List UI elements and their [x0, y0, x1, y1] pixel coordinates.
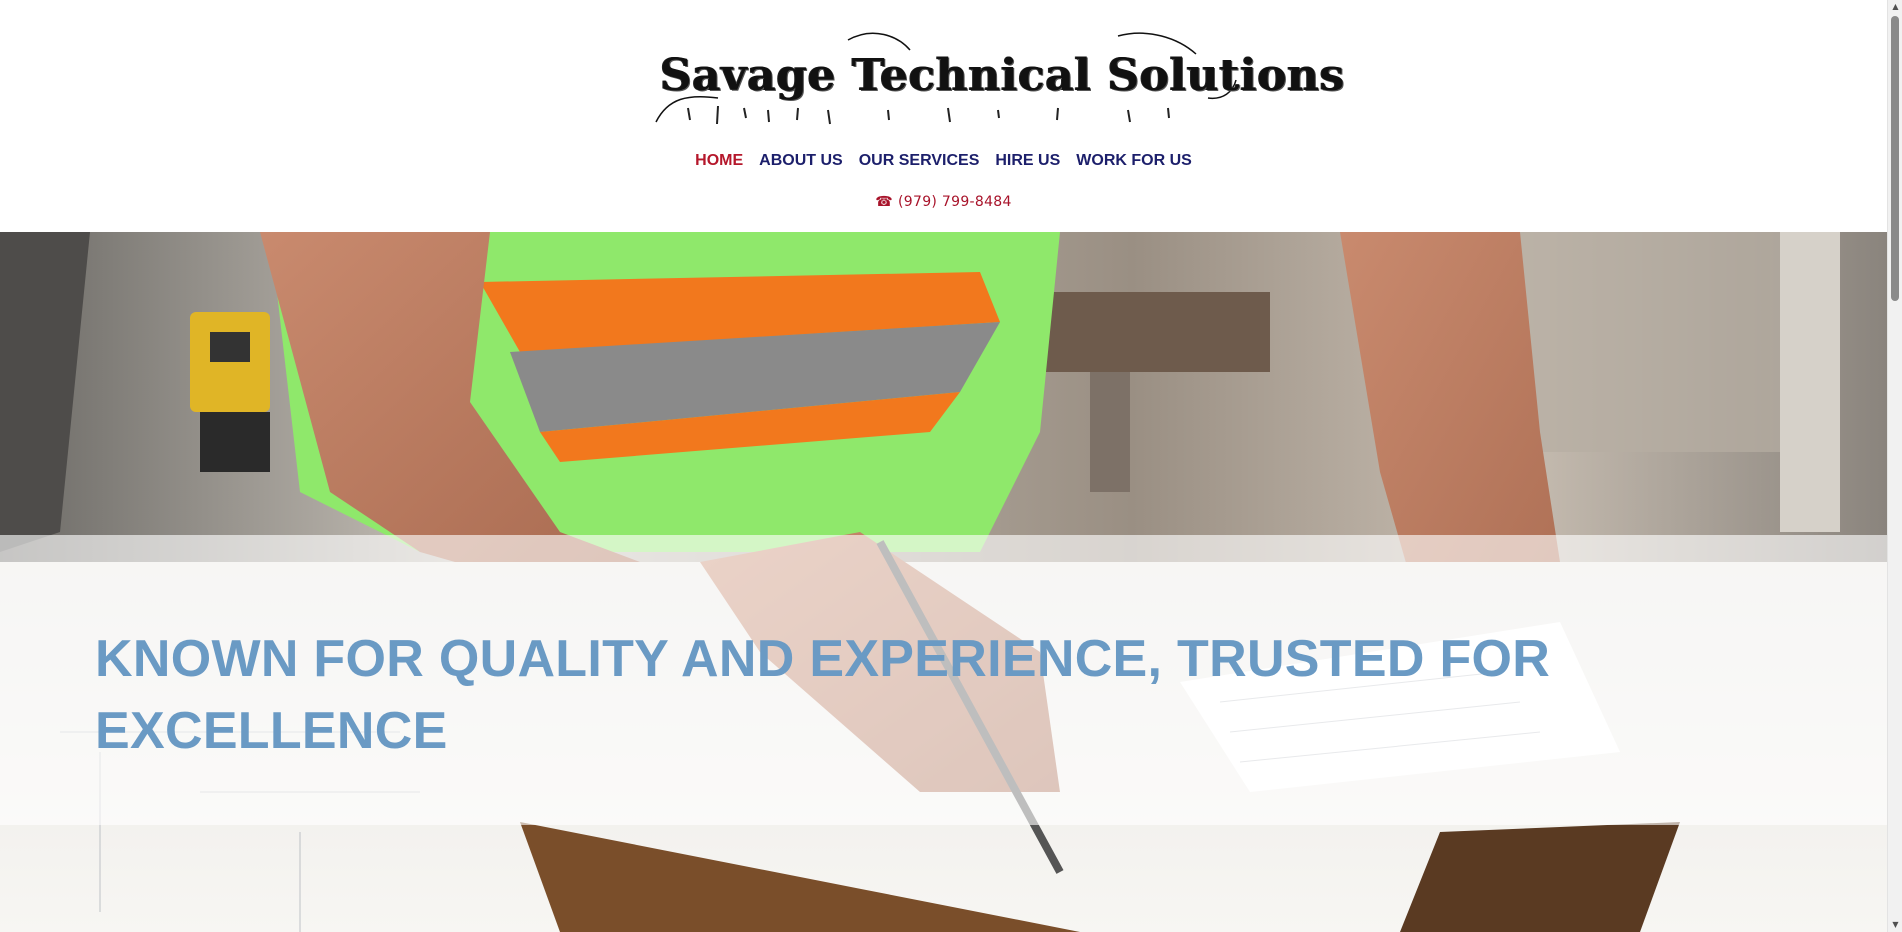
- scroll-down-arrow-icon[interactable]: ▼: [1888, 918, 1902, 932]
- logo-text: Savage Technical Solutions: [660, 50, 1345, 101]
- nav-item-home[interactable]: HOME: [695, 152, 743, 170]
- hero-headline: KNOWN FOR QUALITY AND EXPERIENCE, TRUSTE…: [95, 630, 1551, 760]
- page: Savage Technical Solutions HOME ABOUT US…: [0, 0, 1902, 932]
- vertical-scrollbar[interactable]: ▲ ▼: [1887, 0, 1902, 932]
- phone-link[interactable]: ☎ (979) 799-8484: [0, 194, 1887, 210]
- site-header: Savage Technical Solutions HOME ABOUT US…: [0, 0, 1887, 232]
- hero-section: KNOWN FOR QUALITY AND EXPERIENCE, TRUSTE…: [0, 232, 1887, 932]
- site-logo[interactable]: Savage Technical Solutions: [648, 28, 1345, 128]
- scroll-up-arrow-icon[interactable]: ▲: [1888, 0, 1902, 14]
- nav-item-our-services[interactable]: OUR SERVICES: [859, 152, 980, 170]
- hero-banner: KNOWN FOR QUALITY AND EXPERIENCE, TRUSTE…: [0, 535, 1887, 825]
- scrollbar-thumb[interactable]: [1891, 16, 1899, 301]
- telephone-icon: ☎: [875, 194, 894, 210]
- main-navigation: HOME ABOUT US OUR SERVICES HIRE US WORK …: [0, 152, 1887, 170]
- nav-item-hire-us[interactable]: HIRE US: [995, 152, 1060, 170]
- nav-item-work-for-us[interactable]: WORK FOR US: [1076, 152, 1192, 170]
- nav-item-about-us[interactable]: ABOUT US: [759, 152, 843, 170]
- phone-number: (979) 799-8484: [898, 194, 1012, 210]
